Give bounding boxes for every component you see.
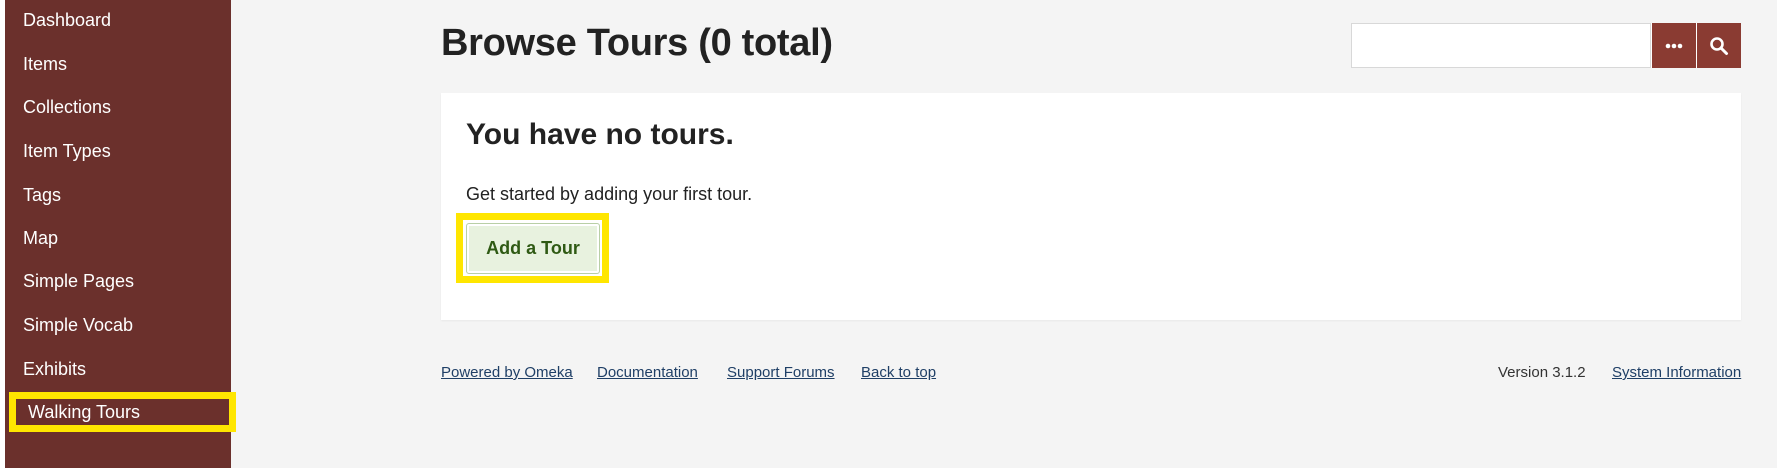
- footer-link-documentation[interactable]: Documentation: [597, 364, 698, 381]
- sidebar-item-tags[interactable]: Tags: [23, 184, 61, 206]
- sidebar-item-simple-pages[interactable]: Simple Pages: [23, 270, 134, 292]
- page-title: Browse Tours (0 total): [441, 22, 833, 64]
- ellipsis-icon: [1665, 43, 1683, 48]
- search-options-button[interactable]: [1651, 23, 1696, 68]
- footer-link-system-information[interactable]: System Information: [1612, 364, 1741, 381]
- sidebar-item-collections[interactable]: Collections: [23, 96, 111, 118]
- empty-state-text: Get started by adding your first tour.: [466, 184, 753, 204]
- sidebar-item-simple-vocab[interactable]: Simple Vocab: [23, 314, 133, 336]
- empty-state-heading: You have no tours.: [466, 118, 734, 151]
- version-text: Version 3.1.2: [1498, 364, 1586, 381]
- sidebar-item-exhibits[interactable]: Exhibits: [23, 358, 86, 380]
- sidebar-item-map[interactable]: Map: [23, 227, 58, 249]
- add-tour-button[interactable]: Add a Tour: [466, 223, 600, 274]
- app: Dashboard Items Collections Item Types T…: [0, 0, 1777, 468]
- footer-link-back-to-top[interactable]: Back to top: [861, 364, 936, 381]
- sidebar-item-item-types[interactable]: Item Types: [23, 140, 111, 162]
- search-icon: [1710, 36, 1728, 55]
- search-form: [1351, 23, 1741, 68]
- empty-state-panel: You have no tours. Get started by adding…: [441, 93, 1741, 320]
- sidebar-item-walking-tours[interactable]: Walking Tours: [9, 392, 236, 432]
- sidebar-item-dashboard[interactable]: Dashboard: [23, 9, 111, 31]
- search-submit-button[interactable]: [1696, 23, 1741, 68]
- search-input[interactable]: [1351, 23, 1651, 68]
- sidebar-item-items[interactable]: Items: [23, 53, 67, 75]
- footer-link-powered-by-omeka[interactable]: Powered by Omeka: [441, 364, 573, 381]
- sidebar-nav: Dashboard Items Collections Item Types T…: [0, 0, 236, 468]
- footer-link-support-forums[interactable]: Support Forums: [727, 364, 835, 381]
